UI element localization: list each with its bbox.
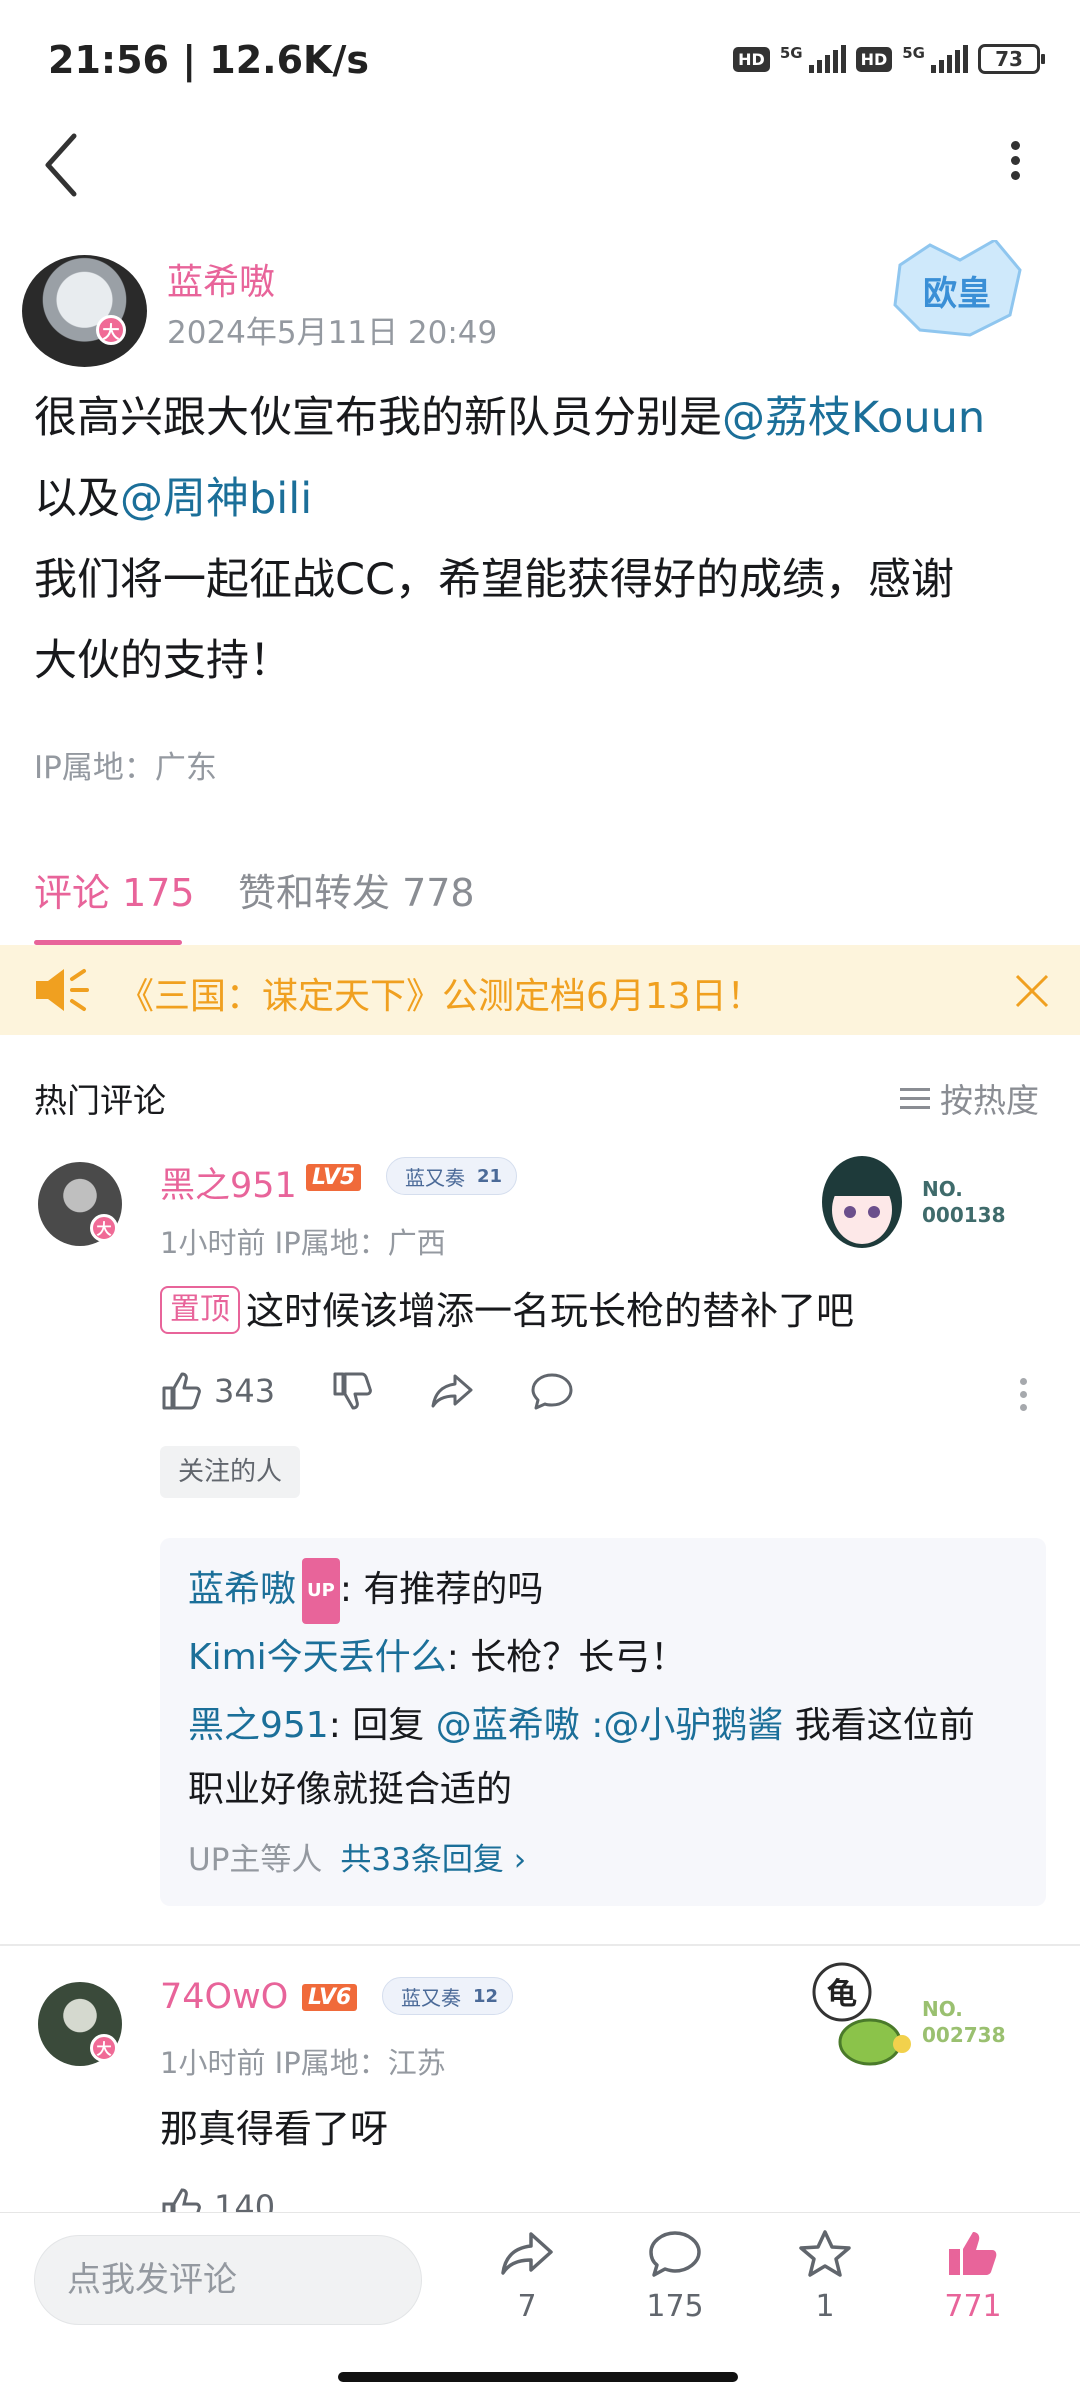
- card-number: NO. 000138: [922, 1177, 1006, 1227]
- like-count: 771: [944, 2289, 1002, 2324]
- favorite-count: 1: [815, 2289, 835, 2324]
- thumbs-up-icon[interactable]: [160, 1370, 202, 1412]
- sort-button[interactable]: 按热度: [900, 1074, 1039, 1122]
- banner-text: 《三国：谋定天下》公测定档6月13日！: [118, 976, 763, 1017]
- star-icon: [799, 2230, 851, 2277]
- reply-item: 蓝希嗷 UP: 有推荐的吗: [188, 1558, 543, 1624]
- back-button[interactable]: [42, 130, 102, 200]
- svg-text:龟: 龟: [827, 1977, 857, 2012]
- share-icon[interactable]: [429, 1370, 475, 1412]
- menu-icon: [900, 1082, 930, 1115]
- comment-more-button[interactable]: [1020, 1372, 1028, 1417]
- thumbs-up-icon: [949, 2232, 997, 2275]
- view-more-replies[interactable]: UP主等人 共33条回复 ›: [188, 1834, 526, 1879]
- mention-link[interactable]: @荔枝Kouun: [722, 393, 985, 443]
- reply-item: 黑之951: 回复 @蓝希嗷 :@小驴鹅酱 我看这位前 职业好像就挺合适的: [188, 1705, 975, 1810]
- reply-icon[interactable]: [529, 1370, 575, 1412]
- avatar[interactable]: 大: [38, 1982, 122, 2066]
- post-ip-location: IP属地：广东: [34, 750, 217, 786]
- mention-link[interactable]: @周神bili: [120, 474, 312, 524]
- followed-tag: 关注的人: [160, 1446, 301, 1498]
- author-name[interactable]: 蓝希嗷: [167, 253, 275, 305]
- up-badge: UP: [302, 1558, 340, 1624]
- status-icons: HD 5G HD 5G 73: [733, 44, 1045, 74]
- vip-badge: 大: [90, 2034, 118, 2062]
- commenter-name[interactable]: 74OwO: [160, 1977, 288, 2017]
- svg-text:欧皇: 欧皇: [923, 274, 991, 314]
- hot-comments-title: 热门评论: [34, 1081, 166, 1120]
- tab-comments[interactable]: 评论 175: [34, 862, 195, 917]
- comment-button[interactable]: 175: [620, 2229, 730, 2324]
- home-indicator[interactable]: [338, 2372, 738, 2382]
- pinned-badge: 置顶: [160, 1286, 240, 1334]
- mention-link[interactable]: @小驴鹅酱: [603, 1705, 783, 1746]
- commenter-name[interactable]: 黑之951: [160, 1157, 297, 1208]
- share-icon: [501, 2232, 553, 2275]
- speaker-icon: [36, 969, 89, 1011]
- card-number: NO. 002738: [922, 1997, 1006, 2047]
- battery-icon: 73: [978, 44, 1045, 74]
- comment-input[interactable]: 点我发评论: [34, 2235, 422, 2325]
- hd-icon: HD: [733, 46, 770, 72]
- comment-text: 置顶 这时候该增添一名玩长枪的替补了吧: [160, 1286, 854, 1336]
- signal-icon: [808, 45, 846, 73]
- comment-divider: [0, 1944, 1080, 1946]
- close-icon[interactable]: [1014, 973, 1050, 1009]
- comment-meta: 1小时前 IP属地：江苏: [160, 2046, 446, 2080]
- status-time: 21:56 | 12.6K/s: [48, 38, 369, 82]
- vip-badge: 大: [90, 1214, 118, 1242]
- comment-meta: 1小时前 IP属地：广西: [160, 1226, 446, 1260]
- turtle-pendant: 龟: [812, 1962, 911, 2066]
- fan-medal: 蓝又奏 21: [386, 1157, 518, 1195]
- status-bar: 21:56 | 12.6K/s HD 5G HD 5G 73: [0, 0, 1080, 120]
- more-options-button[interactable]: [1000, 135, 1030, 195]
- post-date: 2024年5月11日 20:49: [167, 315, 498, 351]
- more-replies-link[interactable]: 共33条回复 ›: [340, 1842, 526, 1878]
- share-count: 7: [517, 2289, 537, 2324]
- thumbs-down-icon[interactable]: [331, 1370, 373, 1412]
- comment-icon: [649, 2231, 701, 2277]
- level-badge: LV5: [306, 1164, 362, 1191]
- avatar[interactable]: 大: [38, 1162, 122, 1246]
- comment-actions: 343: [160, 1370, 575, 1412]
- like-count: 343: [214, 1372, 276, 1410]
- share-button[interactable]: 7: [472, 2229, 582, 2324]
- comment-count: 175: [646, 2289, 704, 2324]
- tab-likes-shares[interactable]: 赞和转发 778: [238, 862, 475, 917]
- favorite-button[interactable]: 1: [770, 2229, 880, 2324]
- network-type: 5G: [902, 44, 925, 62]
- like-button[interactable]: 771: [918, 2229, 1028, 2324]
- level-badge: LV6: [302, 1984, 358, 2011]
- network-type: 5G: [779, 44, 803, 62]
- post-body: 很高兴跟大伙宣布我的新队员分别是@荔枝Kouun 以及@周神bili 我们将一起…: [34, 393, 986, 686]
- reply-author[interactable]: Kimi今天丢什么: [188, 1637, 447, 1678]
- comment-text: 那真得看了呀: [160, 2107, 389, 2151]
- avatar[interactable]: 大: [22, 255, 147, 367]
- fan-medal: 蓝又奏 12: [382, 1977, 514, 2015]
- reply-author[interactable]: 黑之951: [188, 1705, 329, 1746]
- signal-icon: [931, 45, 968, 73]
- reply-author[interactable]: 蓝希嗷: [188, 1569, 296, 1610]
- decoration-badge: 欧皇: [893, 240, 1022, 337]
- reply-item: Kimi今天丢什么: 长枪？长弓！: [188, 1637, 687, 1678]
- mention-link[interactable]: @蓝希嗷: [436, 1705, 580, 1746]
- chevron-left-icon: [45, 133, 77, 197]
- announcement-banner[interactable]: 《三国：谋定天下》公测定档6月13日！: [0, 945, 1080, 1035]
- vip-badge: 大: [96, 315, 126, 345]
- reply-preview-box[interactable]: 蓝希嗷 UP: 有推荐的吗 Kimi今天丢什么: 长枪？长弓！ 黑之951: 回复…: [160, 1538, 1046, 1906]
- hd-icon: HD: [855, 46, 893, 72]
- avatar-pendant: [822, 1156, 902, 1248]
